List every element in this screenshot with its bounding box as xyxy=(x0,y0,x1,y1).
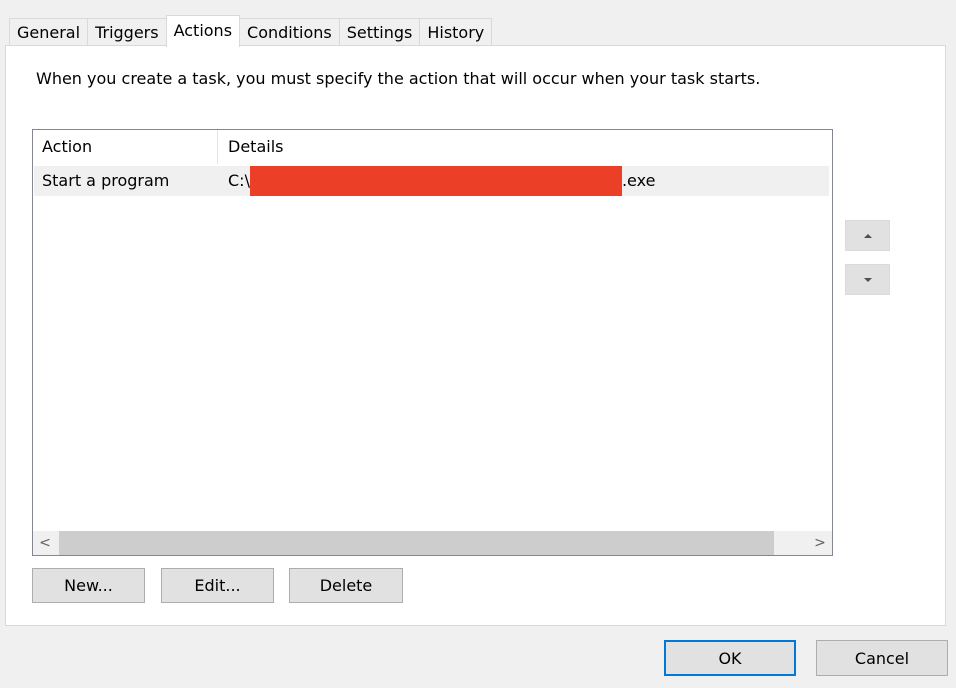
move-down-icon xyxy=(863,277,872,282)
edit-action-button[interactable]: Edit... xyxy=(161,568,274,603)
tab-general[interactable]: General xyxy=(9,18,89,46)
scroll-track[interactable] xyxy=(57,531,808,555)
ok-button[interactable]: OK xyxy=(664,640,796,676)
actions-tab-page: When you create a task, you must specify… xyxy=(5,45,946,626)
column-header-details[interactable]: Details xyxy=(218,130,823,164)
delete-action-button[interactable]: Delete xyxy=(289,568,403,603)
tab-actions[interactable]: Actions xyxy=(165,15,241,47)
column-header-action[interactable]: Action xyxy=(33,130,218,164)
details-suffix: .exe xyxy=(621,171,656,190)
tab-strip: General Triggers Actions Conditions Sett… xyxy=(9,15,493,47)
cancel-button[interactable]: Cancel xyxy=(816,640,948,676)
tab-history[interactable]: History xyxy=(419,18,493,46)
actions-description: When you create a task, you must specify… xyxy=(36,69,761,88)
scroll-right-icon[interactable]: > xyxy=(808,531,832,555)
tab-conditions[interactable]: Conditions xyxy=(239,18,340,46)
scroll-left-icon[interactable]: < xyxy=(33,531,57,555)
redaction-block xyxy=(249,166,622,196)
actions-list[interactable]: Action Details Start a program C:\ .exe … xyxy=(32,129,833,556)
list-item[interactable]: Start a program C:\ .exe xyxy=(34,166,829,196)
horizontal-scrollbar[interactable]: < > xyxy=(33,531,832,555)
tab-triggers[interactable]: Triggers xyxy=(87,18,167,46)
list-header: Action Details xyxy=(33,130,832,164)
details-cell: C:\ .exe xyxy=(218,166,655,196)
move-down-button[interactable] xyxy=(845,264,890,295)
details-prefix: C:\ xyxy=(228,171,250,190)
scroll-thumb[interactable] xyxy=(59,531,774,555)
move-up-button[interactable] xyxy=(845,220,890,251)
new-action-button[interactable]: New... xyxy=(32,568,145,603)
tab-settings[interactable]: Settings xyxy=(338,18,421,46)
action-cell: Start a program xyxy=(42,171,170,190)
move-up-icon xyxy=(863,233,872,238)
